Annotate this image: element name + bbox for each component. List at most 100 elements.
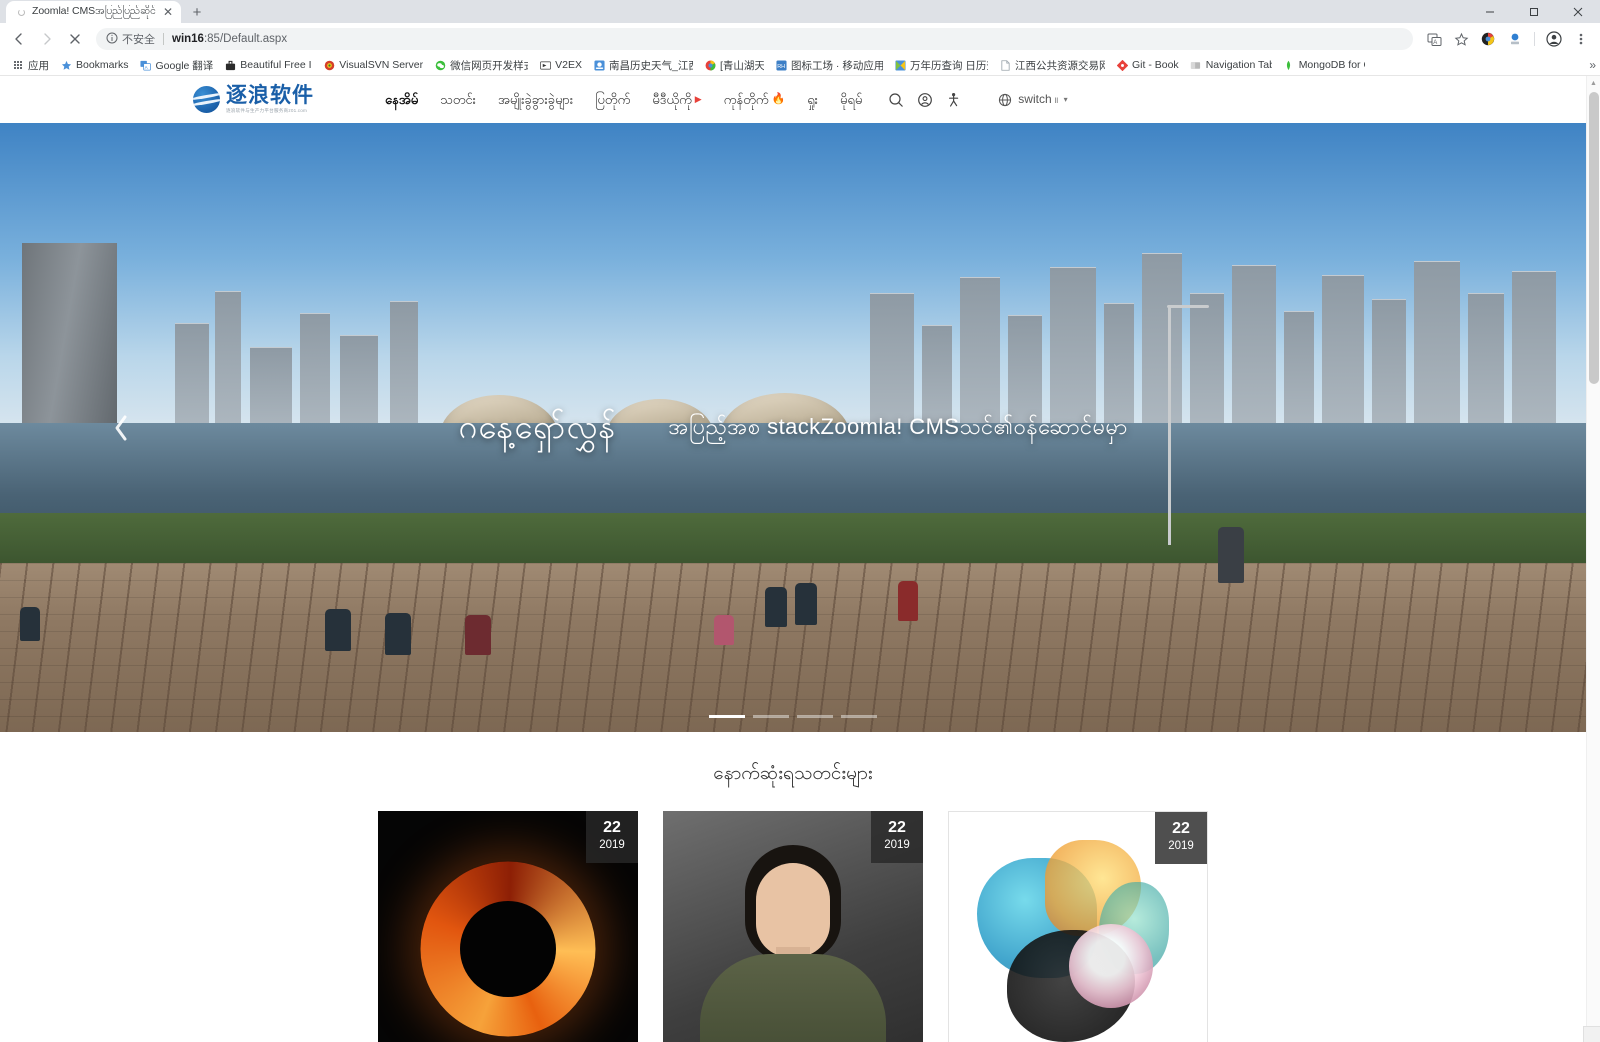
bookmark-mongodb[interactable]: MongoDB for GIAN: [1278, 57, 1370, 73]
bookmark-beautiful-free-images[interactable]: Beautiful Free Imag: [219, 57, 317, 73]
header-tools: switch ။ ▾: [887, 91, 1068, 109]
bookmark-visualsvn-server[interactable]: VisualSVN Server: [318, 57, 428, 73]
nav-item-media[interactable]: မီဒီယိုကို ▶: [641, 76, 712, 123]
toolbar-separator: [1534, 32, 1535, 46]
page-icon: [999, 59, 1011, 71]
brand-name: 逐浪软件: [226, 83, 314, 108]
latest-news-section: နောက်ဆုံးရသတင်းများ 22 2019 22 2019 22 2…: [0, 732, 1586, 1042]
carousel-indicators[interactable]: [0, 715, 1586, 718]
carousel-indicator-1[interactable]: [709, 715, 745, 718]
profile-avatar-icon[interactable]: [1541, 26, 1567, 52]
nav-item-shop[interactable]: ကုန်တိုက် 🔥: [713, 76, 797, 123]
bookmark-label: Git - Book: [1132, 59, 1179, 71]
browser-toolbar: 不安全 win16:85/Default.aspx A: [0, 23, 1600, 55]
language-switch[interactable]: switch ။ ▾: [996, 91, 1068, 109]
bookmark-v2ex[interactable]: V2EX: [534, 57, 587, 73]
page-viewport: 逐浪软件 逐浪软件与生产力平台服务商z01.com နေအိမ် သတင်း အ…: [0, 76, 1600, 1042]
minimize-icon[interactable]: [1468, 0, 1512, 23]
extension-icon[interactable]: [1502, 26, 1528, 52]
bookmark-calendar-lookup[interactable]: 万年历查询 日历查询: [889, 56, 993, 75]
carousel-prev-button[interactable]: [103, 405, 139, 451]
apps-grid-icon: [12, 59, 24, 71]
back-icon[interactable]: [6, 26, 32, 52]
translate-icon: A: [140, 59, 152, 71]
bookmark-star-icon[interactable]: [1448, 26, 1474, 52]
bookmark-label: 应用: [28, 59, 49, 72]
mongodb-icon: [1283, 59, 1295, 71]
bookmark-nanchang-weather[interactable]: 南昌历史天气_江西: [588, 56, 698, 75]
carousel-indicator-2[interactable]: [753, 715, 789, 718]
date-badge: 22 2019: [586, 811, 638, 864]
nav-item-news[interactable]: သတင်း: [429, 76, 487, 123]
kebab-menu-icon[interactable]: [1568, 26, 1594, 52]
calendar-icon: [894, 59, 906, 71]
bookmark-label: Bookmarks: [76, 59, 129, 71]
hero-carousel[interactable]: ဂနေ့ရှော်လွှန် အပြည့်အစ stackZoomla! CMS…: [0, 123, 1586, 732]
address-bar[interactable]: 不安全 win16:85/Default.aspx: [96, 28, 1413, 50]
date-day: 22: [603, 819, 621, 837]
scroll-up-arrow-icon[interactable]: ▲: [1587, 76, 1600, 90]
bookmark-label: 图标工场 · 移动应用: [791, 59, 883, 72]
bookmark-label: Navigation Tab Me: [1205, 59, 1272, 71]
user-circle-icon[interactable]: [916, 91, 933, 108]
bookmark-navigation-tab-menu[interactable]: Navigation Tab Me: [1185, 57, 1277, 73]
bookmark-jiangxi-public-resources[interactable]: 江西公共资源交易网: [994, 56, 1110, 75]
toolbar-actions: A: [1421, 26, 1594, 52]
bookmark-apps[interactable]: 应用: [7, 56, 54, 75]
site-security-indicator[interactable]: 不安全: [106, 31, 155, 47]
security-label: 不安全: [122, 34, 155, 46]
bookmark-label: VisualSVN Server: [339, 59, 424, 71]
translate-icon[interactable]: A: [1421, 26, 1447, 52]
new-tab-button[interactable]: +: [185, 1, 209, 23]
rh-icon: RH: [775, 59, 787, 71]
search-icon[interactable]: [887, 91, 904, 108]
close-icon[interactable]: [1556, 0, 1600, 23]
bookmark-label: V2EX: [555, 59, 582, 71]
carousel-indicator-3[interactable]: [797, 715, 833, 718]
omnibox-divider: [163, 33, 164, 45]
page-scrollbar[interactable]: ▲ ▼: [1586, 76, 1600, 1042]
news-card[interactable]: 22 2019: [663, 811, 923, 1042]
news-card[interactable]: 22 2019: [948, 811, 1208, 1042]
browser-tab[interactable]: Zoomla! CMSအပြည်ပြည်ဆိုင်ရာ ✕: [6, 1, 181, 23]
fire-icon: 🔥: [771, 93, 786, 105]
nav-item-categories[interactable]: အမျိုးခွဲခွားခွဲများ: [487, 76, 584, 123]
tab-close-icon[interactable]: ✕: [161, 6, 175, 18]
date-year: 2019: [1168, 840, 1194, 853]
site-logo[interactable]: 逐浪软件 逐浪软件与生产力平台服务商z01.com: [193, 85, 314, 114]
new-triangle-icon: ▶: [694, 94, 702, 104]
tab-strip: Zoomla! CMSအပြည်ပြည်ဆိုင်ရာ ✕ +: [0, 0, 209, 23]
book-icon: [1190, 59, 1202, 71]
main-navigation: နေအိမ် သတင်း အမျိုးခွဲခွားခွဲများ ပြတိုက…: [374, 76, 873, 123]
url-path: :85/Default.aspx: [203, 33, 288, 45]
svg-text:RH: RH: [777, 63, 785, 69]
nav-item-home[interactable]: နေအိမ်: [374, 76, 429, 123]
maximize-icon[interactable]: [1512, 0, 1556, 23]
forward-icon[interactable]: [34, 26, 60, 52]
scrollbar-thumb[interactable]: [1589, 92, 1599, 384]
bookmarks-overflow-icon[interactable]: »: [1589, 58, 1596, 72]
bookmark-wechat-style-lib[interactable]: 微信网页开发样式库: [429, 56, 533, 75]
nav-item-forum[interactable]: မိုရမ်: [829, 76, 873, 123]
chrome-extension-icon[interactable]: [1475, 26, 1501, 52]
tab-title: Zoomla! CMSအပြည်ပြည်ဆိုင်ရာ: [32, 4, 156, 17]
accessibility-icon[interactable]: [945, 91, 962, 108]
bookmark-icon-factory[interactable]: RH 图标工场 · 移动应用: [770, 56, 888, 75]
stop-loading-icon[interactable]: [62, 26, 88, 52]
bookmark-google-translate[interactable]: A Google 翻译: [135, 56, 219, 75]
bookmark-label: Beautiful Free Imag: [240, 59, 312, 71]
carousel-indicator-4[interactable]: [841, 715, 877, 718]
news-card[interactable]: 22 2019: [378, 811, 638, 1042]
visualsvn-icon: [323, 59, 335, 71]
page-content: 逐浪软件 逐浪软件与生产力平台服务商z01.com နေအိမ် သတင်း အ…: [0, 76, 1586, 1042]
bookmarks-bar: 应用 Bookmarks A Google 翻译 Beautiful Free …: [0, 55, 1600, 76]
date-badge: 22 2019: [871, 811, 923, 864]
bookmark-git-book[interactable]: Git - Book: [1111, 57, 1184, 73]
nav-item-gallery[interactable]: ပြတိုက်: [584, 76, 641, 123]
site-header: 逐浪软件 逐浪软件与生产力平台服务商z01.com နေအိမ် သတင်း အ…: [0, 76, 1586, 123]
bookmark-qingshanhu-weather[interactable]: [青山湖天气] 青山: [699, 56, 769, 75]
browser-titlebar: Zoomla! CMSအပြည်ပြည်ဆိုင်ရာ ✕ +: [0, 0, 1600, 23]
bookmark-bookmarks[interactable]: Bookmarks: [55, 57, 134, 73]
svg-text:A: A: [1433, 40, 1437, 46]
nav-item-show[interactable]: ရှုး: [796, 76, 829, 123]
